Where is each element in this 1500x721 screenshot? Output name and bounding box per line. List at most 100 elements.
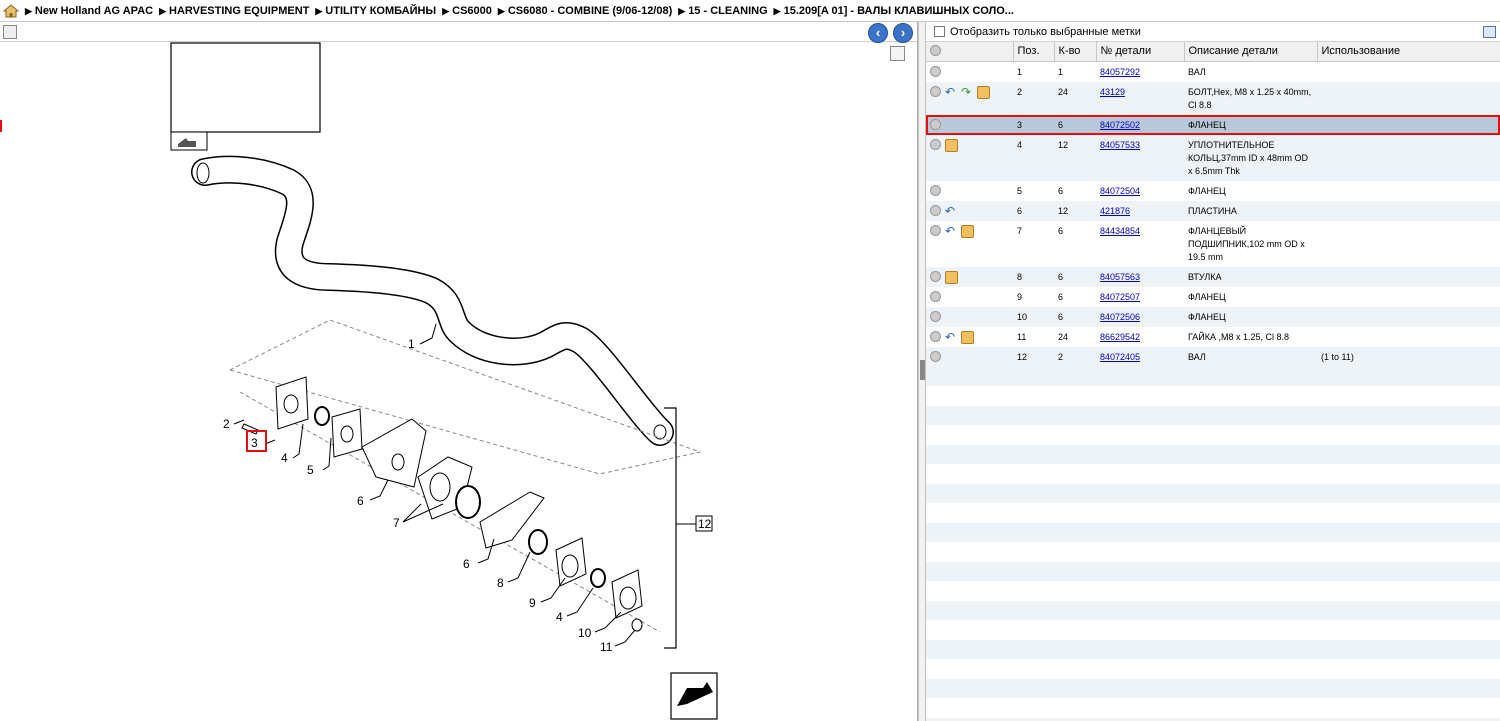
splitter-grip-icon[interactable] [920,360,925,380]
grid-settings-icon[interactable] [1483,26,1496,38]
part-number-link[interactable]: 421876 [1100,206,1130,216]
cell-position: 3 [1013,114,1054,135]
add-to-cart-icon[interactable] [930,138,941,150]
cell-quantity: 6 [1054,306,1096,327]
part-number-link[interactable]: 84072506 [1100,312,1140,322]
callout-6[interactable]: 6 [357,494,364,508]
add-to-cart-icon[interactable] [930,350,941,362]
callout-1[interactable]: 1 [408,337,415,351]
back-arrow-icon[interactable]: ↶ [945,86,958,99]
thumbnail-frame [170,42,321,133]
part-number-link[interactable]: 86629542 [1100,332,1140,342]
callout-3[interactable]: 3 [251,436,258,450]
header-position[interactable]: Поз. [1013,42,1055,62]
row-actions [926,114,1013,135]
table-row[interactable]: 1 1 84057292 ВАЛ [926,61,1500,82]
box-icon[interactable] [961,224,974,238]
table-row[interactable]: 5 6 84072504 ФЛАНЕЦ [926,181,1500,201]
cell-position: 2 [1013,81,1054,115]
add-to-cart-icon[interactable] [930,118,941,130]
callout-2[interactable]: 2 [223,417,230,431]
table-row[interactable]: ↶ 11 24 86629542 ГАЙКА ,M8 x 1.25, Cl 8.8 [926,327,1500,347]
show-selected-checkbox[interactable] [934,26,945,37]
add-to-cart-icon[interactable] [930,270,941,282]
breadcrumb-item[interactable]: ▶ CS6000 [442,5,492,17]
part-number-link[interactable]: 84057533 [1100,140,1140,150]
cell-usage [1317,221,1500,267]
box-icon[interactable] [977,85,990,99]
part-number-link[interactable]: 84072502 [1100,120,1140,130]
forward-arrow-icon[interactable]: ↷ [961,86,974,99]
table-row[interactable]: 4 12 84057533 УПЛОТНИТЕЛЬНОЕ КОЛЬЦ,37mm ID … [926,134,1500,181]
callout-6[interactable]: 6 [463,557,470,571]
table-row[interactable]: 10 6 84072506 ФЛАНЕЦ [926,306,1500,327]
table-row[interactable]: 8 6 84057563 ВТУЛКА [926,266,1500,287]
part-number-link[interactable]: 84072504 [1100,186,1140,196]
part-number-link[interactable]: 84434854 [1100,226,1140,236]
header-usage[interactable]: Использование [1317,42,1500,62]
back-arrow-icon[interactable]: ↶ [945,205,958,218]
callout-5[interactable]: 5 [307,463,314,477]
box-icon[interactable] [945,270,958,284]
table-row[interactable]: 3 6 84072502 ФЛАНЕЦ [926,114,1500,135]
breadcrumb-item[interactable]: ▶ CS6080 - COMBINE (9/06-12/08) [498,5,672,17]
empty-row [926,542,1500,562]
callout-4[interactable]: 4 [556,610,563,624]
row-actions: ↶ [926,221,1013,267]
add-to-cart-icon[interactable] [930,184,941,196]
breadcrumb-item[interactable]: ▶ 15 - CLEANING [678,5,767,17]
breadcrumb-label: New Holland AG APAC [34,4,154,17]
part-number-link[interactable]: 43129 [1100,87,1125,97]
add-to-cart-icon[interactable] [930,224,941,236]
callout-7[interactable]: 7 [393,516,400,530]
breadcrumb-item[interactable]: ▶ New Holland AG APAC [25,5,153,17]
callout-11[interactable]: 11 [600,640,613,654]
add-to-cart-icon[interactable] [930,65,941,77]
add-to-cart-icon[interactable] [930,310,941,322]
table-row[interactable]: ↶ ↷ 2 24 43129 БОЛТ,Hex, M8 x 1.25 x 40mm, Cl… [926,81,1500,115]
callout-12[interactable]: 12 [698,517,712,531]
breadcrumb-arrow-icon: ▶ [678,5,686,16]
table-row[interactable]: 12 2 84072405 ВАЛ (1 to 11) [926,346,1500,367]
callout-10[interactable]: 10 [578,626,592,640]
pane-splitter[interactable] [918,22,926,721]
add-to-cart-icon[interactable] [930,330,941,342]
cell-description: ГАЙКА ,M8 x 1.25, Cl 8.8 [1188,331,1290,342]
part-number-link[interactable]: 84072507 [1100,292,1140,302]
part-number-link[interactable]: 84057292 [1100,67,1140,77]
box-icon[interactable] [961,330,974,344]
header-quantity[interactable]: К-во [1054,42,1097,62]
breadcrumb-label: HARVESTING EQUIPMENT [169,4,310,17]
add-to-cart-icon[interactable] [930,204,941,216]
box-icon[interactable] [945,138,958,152]
breadcrumb-item[interactable]: ▶ HARVESTING EQUIPMENT [159,5,309,17]
breadcrumb-arrow-icon: ▶ [497,5,505,16]
breadcrumb-item[interactable]: ▶ UTILITY КОМБАЙНЫ [315,5,436,17]
empty-rows [926,366,1500,721]
expand-all-icon[interactable] [930,45,941,57]
callout-8[interactable]: 8 [497,576,504,590]
show-selected-label: Отобразить только выбранные метки [950,25,1141,38]
breadcrumb-item[interactable]: ▶ 15.209[A 01] - ВАЛЫ КЛАВИШНЫХ СОЛО... [774,5,1014,17]
add-to-cart-icon[interactable] [930,290,941,302]
table-row[interactable]: ↶ 6 12 421876 ПЛАСТИНА [926,200,1500,221]
add-to-cart-icon[interactable] [930,85,941,97]
breadcrumb-arrow-icon: ▶ [315,5,323,16]
breadcrumb-arrow-icon: ▶ [159,5,166,16]
cell-part-number: 84057533 [1096,134,1184,181]
part-number-link[interactable]: 84072405 [1100,352,1140,362]
empty-row [926,425,1500,445]
table-row[interactable]: ↶ 7 6 84434854 ФЛАНЦЕВЫЙ ПОДШИПНИК,102 mm OD… [926,221,1500,267]
callout-9[interactable]: 9 [529,596,536,610]
back-arrow-icon[interactable]: ↶ [945,331,958,344]
table-row[interactable]: 9 6 84072507 ФЛАНЕЦ [926,287,1500,307]
callout-4[interactable]: 4 [281,451,288,465]
home-icon[interactable] [3,3,19,19]
cell-quantity: 6 [1054,114,1096,135]
header-part-number[interactable]: № детали [1096,42,1185,62]
header-description[interactable]: Описание детали [1184,42,1318,62]
part-number-link[interactable]: 84057563 [1100,272,1140,282]
cell-quantity: 6 [1058,225,1064,236]
cell-description: УПЛОТНИТЕЛЬНОЕ КОЛЬЦ,37mm ID x 48mm OD x… [1184,134,1317,181]
back-arrow-icon[interactable]: ↶ [945,225,958,238]
